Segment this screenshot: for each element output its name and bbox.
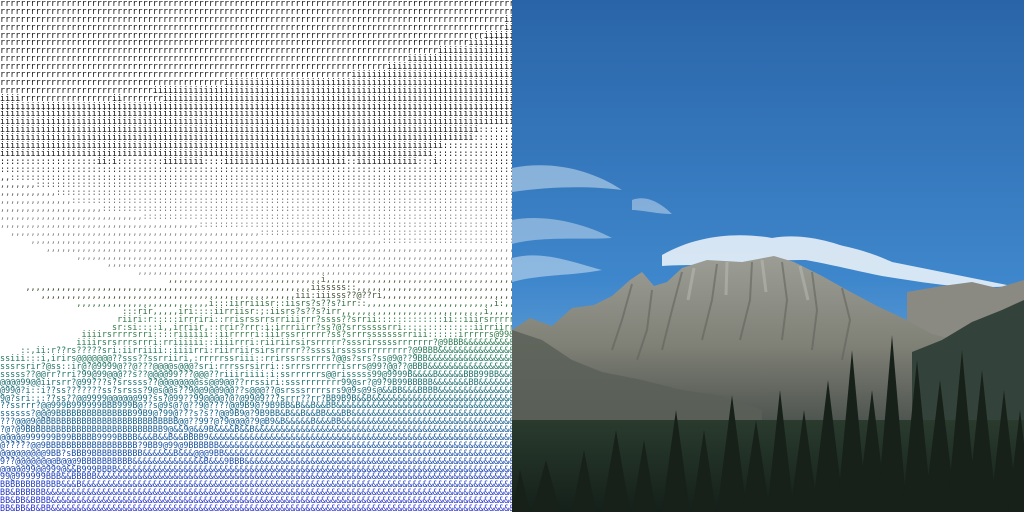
- ascii-art-panel: rrrrrrrrrrrrrrrrrrrrrrrrrrrrrrrrrrrrrrrr…: [0, 0, 512, 512]
- mountain-photo: [512, 0, 1024, 512]
- mountain-photo-panel: [512, 0, 1024, 512]
- ascii-art: rrrrrrrrrrrrrrrrrrrrrrrrrrrrrrrrrrrrrrrr…: [0, 0, 512, 512]
